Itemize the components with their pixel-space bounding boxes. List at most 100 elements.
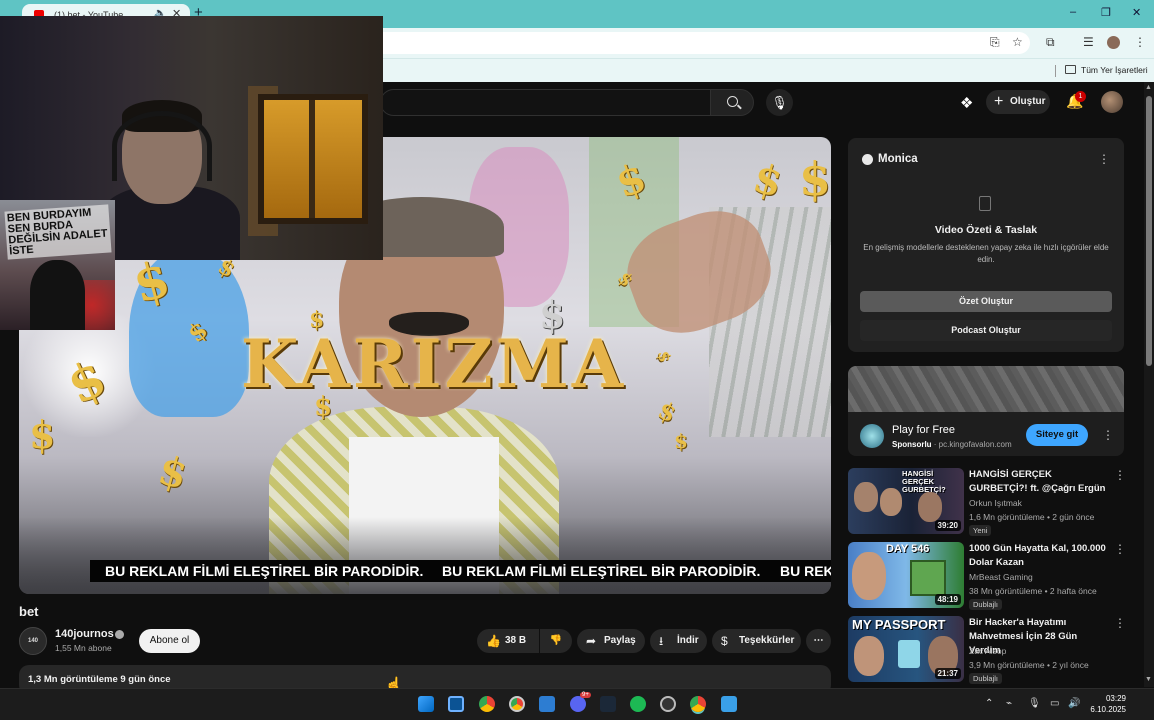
dollar-sign-icon: $ [654, 349, 675, 364]
all-bookmarks-link[interactable]: Tüm Yer İşaretleri [1081, 65, 1148, 75]
more-actions-button[interactable]: ⋯ [806, 629, 831, 653]
clock-date: 6.10.2025 [1090, 705, 1126, 714]
create-button[interactable]: + Oluştur [986, 90, 1050, 114]
obs-icon[interactable] [660, 696, 676, 712]
recommendation-menu-icon[interactable]: ⋮ [1114, 542, 1126, 556]
recommendation-title[interactable]: 1000 Gün Hayatta Kal, 100.000 Dolar Kaza… [969, 542, 1109, 570]
share-button[interactable]: ➦ Paylaş [577, 629, 645, 653]
ad-advertiser-icon [860, 424, 884, 448]
video-thumbnail[interactable]: HANGİSİ GERÇEK GURBETÇİ? 39:20 [848, 468, 964, 534]
channel-name-link[interactable]: 140journos [55, 628, 114, 640]
video-thumbnail[interactable]: DAY 546 48:19 [848, 542, 964, 608]
display-icon[interactable]: ▭ [1050, 698, 1059, 709]
maximize-button[interactable]: ❐ [1101, 6, 1111, 19]
video-thumbnail[interactable]: MY PASSPORT 21:37 [848, 616, 964, 682]
protest-poster-image: BEN BURDAYIM SEN BURDA DEĞİLSİN ADALET İ… [0, 200, 115, 330]
profile-avatar[interactable] [1107, 36, 1120, 49]
recommendation-channel[interactable]: MrBeast Gaming [969, 572, 1033, 582]
dislike-button[interactable]: 👎 [540, 629, 572, 653]
document-icon [979, 196, 991, 211]
recommendation-item[interactable]: HANGİSİ GERÇEK GURBETÇİ? 39:20 HANGİSİ G… [848, 468, 1126, 536]
recommendation-channel[interactable]: Zac Alsop [969, 646, 1006, 656]
minimize-button[interactable]: – [1070, 6, 1076, 18]
thumbnail-face [852, 552, 886, 600]
chrome-profile-icon[interactable] [509, 696, 525, 712]
ad-domain: · pc.kingofavalon.com [933, 440, 1012, 449]
visit-site-button[interactable]: Siteye git [1026, 424, 1088, 446]
page-scrollbar[interactable]: ▲ ▼ [1144, 82, 1154, 687]
task-view-icon[interactable] [448, 696, 464, 712]
video-title-overlay: KARIZMA [241, 325, 627, 403]
monica-extension-icon[interactable]: ❖ [960, 94, 973, 112]
tray-overflow-icon[interactable]: ⌃ [985, 698, 993, 709]
monica-title: Monica [878, 153, 918, 165]
thumbnail-face [854, 636, 884, 676]
recommendation-title[interactable]: HANGİSİ GERÇEK GURBETÇİ?! ft. @Çağrı Erg… [969, 468, 1109, 496]
dollar-sign-icon: $ [799, 152, 831, 206]
spotify-icon[interactable] [630, 696, 646, 712]
close-window-button[interactable]: ✕ [1132, 6, 1141, 19]
steam-icon[interactable] [600, 696, 616, 712]
monica-menu-icon[interactable]: ⋮ [1098, 152, 1110, 166]
create-label: Oluştur [1010, 96, 1046, 107]
search-button[interactable] [710, 89, 754, 116]
recommendation-menu-icon[interactable]: ⋮ [1114, 468, 1126, 482]
scroll-down-icon[interactable]: ▼ [1145, 676, 1152, 683]
recommendation-meta: 3,9 Mn görüntüleme • 2 yıl önce [969, 660, 1089, 670]
download-button[interactable]: ⭳ İndir [650, 629, 707, 653]
chrome-active-icon[interactable] [690, 696, 706, 712]
account-avatar[interactable] [1101, 91, 1123, 113]
thumbnail-text: MY PASSPORT [852, 617, 946, 632]
dubbed-badge: Dublajlı [969, 673, 1003, 684]
monica-panel: Monica ⋮ Video Özeti & Taslak En gelişmi… [848, 138, 1124, 352]
download-icon: ⭳ [659, 634, 664, 648]
thanks-button[interactable]: $ Teşekkürler [712, 629, 801, 653]
like-button[interactable]: 👍 38 B [477, 629, 539, 653]
install-app-icon[interactable]: ⎘ [990, 35, 1000, 50]
ad-menu-icon[interactable]: ⋮ [1102, 428, 1114, 442]
super-thanks-icon: $ [721, 634, 728, 648]
reading-list-icon[interactable]: ☰ [1083, 35, 1094, 49]
network-icon[interactable]: ⌁ [1006, 698, 1012, 709]
banner-text-cut: BU REK [780, 563, 831, 579]
chrome-icon[interactable] [479, 696, 495, 712]
thumbnail-text: HANGİSİ GERÇEK GURBETÇİ? [902, 469, 946, 494]
channel-avatar[interactable]: 140 [19, 627, 47, 655]
recommendation-menu-icon[interactable]: ⋮ [1114, 616, 1126, 630]
system-clock[interactable]: 03:29 6.10.2025 [1088, 693, 1126, 715]
share-label: Paylaş [604, 635, 636, 646]
notification-count-badge: 1 [1075, 91, 1086, 102]
recommendation-item[interactable]: MY PASSPORT 21:37 Bir Hacker'a Hayatımı … [848, 616, 1126, 684]
recommendation-item[interactable]: DAY 546 48:19 1000 Gün Hayatta Kal, 100.… [848, 542, 1126, 610]
monica-description: En gelişmiş modellerle desteklenen yapay… [863, 243, 1109, 264]
dollar-sign-icon: $ [748, 154, 788, 207]
notepad-icon[interactable] [721, 696, 737, 712]
dollar-sign-icon: $ [653, 394, 682, 429]
bookmark-star-icon[interactable]: ☆ [1012, 35, 1023, 49]
volume-icon[interactable]: 🔊 [1068, 698, 1080, 709]
thumbnail-phone [898, 640, 920, 668]
video-duration: 21:37 [934, 668, 961, 679]
views-and-date: 1,3 Mn görüntüleme 9 gün önce [28, 674, 171, 685]
like-count: 38 B [505, 635, 527, 646]
thumbnail-face [854, 482, 878, 512]
address-bar[interactable] [300, 32, 1030, 54]
start-menu-icon[interactable] [418, 696, 434, 712]
poster-text: BEN BURDAYIM SEN BURDA DEĞİLSİN ADALET İ… [4, 204, 112, 260]
app-icon[interactable] [539, 696, 555, 712]
microphone-icon[interactable]: 🎙 [766, 89, 793, 116]
sponsored-ad[interactable]: Play for Free Sponsorlu · pc.kingofavalo… [848, 366, 1124, 456]
video-duration: 48:19 [934, 594, 961, 605]
extensions-icon[interactable]: ⧉ [1046, 35, 1055, 50]
discord-icon[interactable] [570, 696, 586, 712]
recommendation-channel[interactable]: Orkun Işıtmak [969, 498, 1022, 508]
create-podcast-button[interactable]: Podcast Oluştur [860, 320, 1112, 341]
scrollbar-thumb[interactable] [1146, 96, 1152, 366]
scroll-up-icon[interactable]: ▲ [1145, 84, 1152, 91]
subscribe-button[interactable]: Abone ol [139, 629, 200, 653]
clock-time: 03:29 [1105, 694, 1126, 703]
browser-menu-icon[interactable]: ⋮ [1134, 35, 1146, 49]
microphone-tray-icon[interactable]: 🎙 [1028, 698, 1041, 709]
create-summary-button[interactable]: Özet Oluştur [860, 291, 1112, 312]
search-input[interactable] [380, 89, 710, 116]
